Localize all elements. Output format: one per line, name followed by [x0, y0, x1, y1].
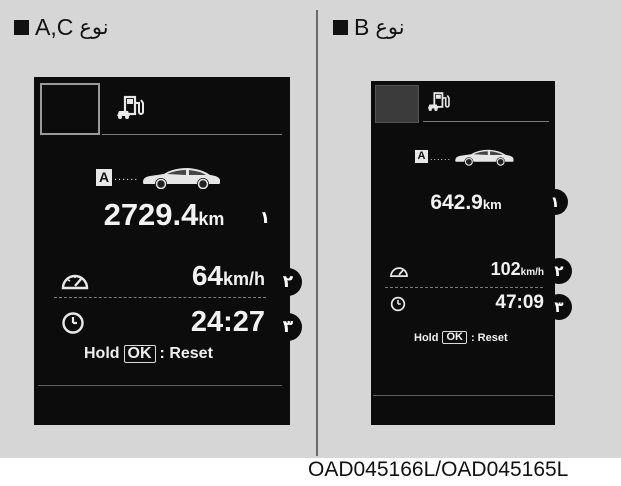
callout-3: ٣: [546, 294, 572, 320]
tab-separator: [423, 121, 549, 122]
fuel-station-icon: [116, 95, 148, 126]
left-type-word: نوع: [79, 15, 109, 39]
row-separator: [54, 297, 266, 298]
bottom-separator: [38, 385, 282, 386]
left-selected-tile: [40, 83, 100, 135]
right-distance: 642.9km: [391, 191, 541, 215]
callout-1: ١: [542, 189, 568, 215]
clock-icon: [61, 311, 85, 340]
trip-a-badge: A: [96, 168, 112, 186]
callout-2: ٢: [546, 258, 572, 284]
left-reset-hold: Hold: [84, 345, 120, 362]
callout-1: ١: [251, 204, 279, 232]
right-reset-text: : Reset: [470, 331, 508, 344]
left-type-label: A,C نوع: [14, 14, 109, 40]
right-reset-hold: Hold: [414, 331, 439, 344]
right-distance-unit: km: [482, 197, 502, 212]
speedometer-icon: [60, 270, 90, 297]
right-reset-hint: Hold OK : Reset: [414, 331, 508, 344]
callout-3: ٣: [274, 313, 302, 341]
left-car-row: A ......: [96, 165, 222, 189]
left-reset-text: : Reset: [159, 345, 213, 362]
right-distance-value: 642.9: [430, 191, 483, 214]
figure-caption: OAD045166L/OAD045165L: [308, 458, 569, 481]
right-ok-key: OK: [442, 331, 467, 344]
left-speed: 64km/h: [144, 260, 265, 292]
left-ok-key: OK: [123, 345, 156, 363]
fuel-station-icon: [427, 91, 453, 118]
row-separator: [385, 287, 543, 288]
square-bullet-icon: [333, 19, 348, 35]
left-distance: 2729.4km: [64, 197, 264, 233]
right-speed-value: 102: [490, 259, 521, 279]
right-trip-screen: A ...... 642.9km 102km/h 47:09 Hold OK:…: [371, 81, 555, 425]
left-time: 24:27: [190, 306, 265, 338]
right-speed: 102km/h: [431, 259, 544, 280]
trip-dots: ......: [114, 171, 139, 183]
left-reset-hint: Hold OK : Reset: [84, 345, 213, 363]
bottom-separator: [373, 395, 553, 396]
car-icon: [143, 168, 221, 189]
right-car-row: A ......: [415, 147, 515, 166]
car-icon: [455, 149, 514, 166]
left-trip-screen: A ...... 2729.4km 64km/h 24:27 Hold OK:…: [34, 77, 290, 425]
callout-2: ٢: [274, 268, 302, 296]
right-selected-tile: [375, 85, 419, 123]
left-distance-unit: km: [198, 209, 225, 229]
left-distance-value: 2729.4: [103, 197, 199, 232]
tab-separator: [102, 134, 282, 135]
right-time: 47:09: [495, 292, 544, 313]
left-speed-unit: km/h: [222, 269, 265, 289]
right-speed-unit: km/h: [520, 267, 544, 278]
square-bullet-icon: [14, 19, 29, 35]
right-type-label: B نوع: [333, 14, 405, 40]
speedometer-icon: [389, 264, 409, 284]
right-type-word: نوع: [375, 15, 405, 39]
trip-dots: ......: [430, 151, 452, 162]
trip-a-badge: A: [415, 150, 428, 163]
right-type-prefix: B: [354, 13, 370, 40]
panel-divider: [316, 10, 318, 456]
left-speed-value: 64: [191, 260, 223, 291]
left-type-prefix: A,C: [35, 13, 74, 40]
clock-icon: [390, 296, 406, 317]
